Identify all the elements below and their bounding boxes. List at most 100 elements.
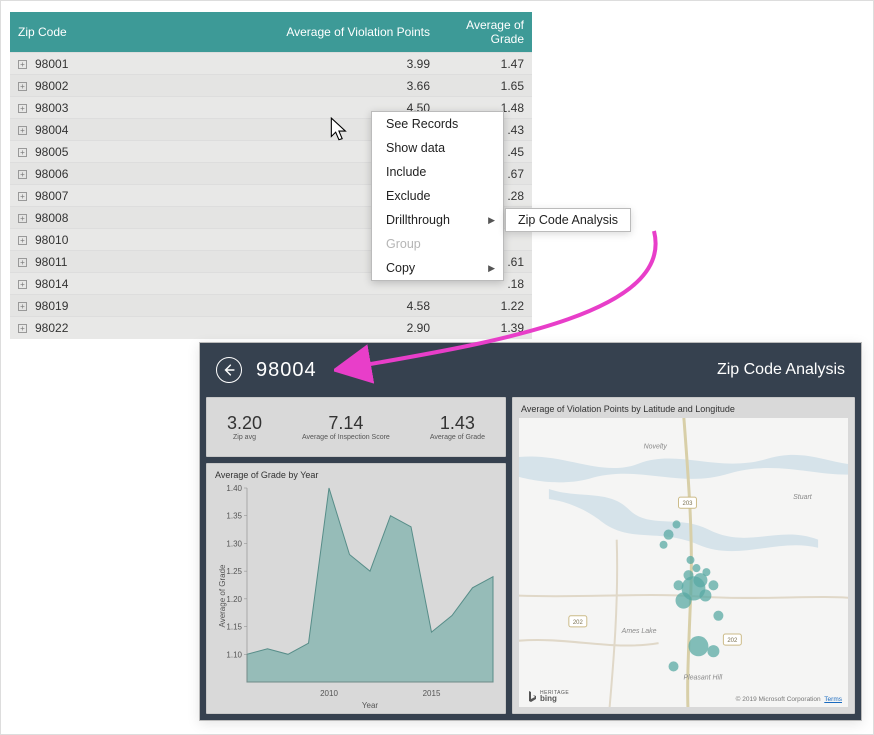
drill-page-title: Zip Code Analysis: [717, 361, 845, 379]
expand-icon[interactable]: +: [18, 104, 27, 113]
zip-cell: 98011: [35, 255, 67, 269]
kpi-value: 1.43: [430, 413, 485, 434]
avp-cell: 3.66: [241, 75, 438, 97]
ctx-drillthrough-label: Drillthrough: [386, 213, 450, 227]
kpi-label: Average of Inspection Score: [302, 434, 390, 441]
table-row[interactable]: +98022 2.901.39: [10, 317, 532, 339]
map-svg: Novelty Stuart Ames Lake Pleasant Hill 2…: [519, 418, 848, 707]
svg-text:202: 202: [727, 638, 738, 644]
svg-text:2015: 2015: [423, 689, 441, 698]
col-header-avp[interactable]: Average of Violation Points: [241, 12, 438, 53]
svg-text:1.40: 1.40: [226, 484, 242, 493]
expand-icon[interactable]: +: [18, 258, 27, 267]
kpi-value: 3.20: [227, 413, 262, 434]
drillthrough-target-zip-analysis[interactable]: Zip Code Analysis: [518, 213, 618, 227]
ctx-drillthrough[interactable]: Drillthrough ▶: [372, 208, 503, 232]
ctx-exclude[interactable]: Exclude: [372, 184, 503, 208]
kpi-inspection-score: 7.14Average of Inspection Score: [302, 413, 390, 441]
ctx-copy[interactable]: Copy ▶: [372, 256, 503, 280]
kpi-label: Average of Grade: [430, 434, 485, 441]
drillthrough-page: 98004 Zip Code Analysis 3.20Zip avg 7.14…: [199, 342, 862, 721]
ctx-see-records[interactable]: See Records: [372, 112, 503, 136]
map-title: Average of Violation Points by Latitude …: [521, 404, 846, 414]
kpi-zip-avg: 3.20Zip avg: [227, 413, 262, 441]
drillthrough-submenu: Zip Code Analysis: [505, 208, 631, 232]
context-menu: See Records Show data Include Exclude Dr…: [371, 111, 504, 281]
svg-text:1.20: 1.20: [226, 595, 242, 604]
map-copyright: © 2019 Microsoft Corporation Terms: [736, 696, 842, 703]
expand-icon[interactable]: +: [18, 126, 27, 135]
table-row[interactable]: +980194.581.22: [10, 295, 532, 317]
ctx-show-data[interactable]: Show data: [372, 136, 503, 160]
table-row[interactable]: +98001 3.991.47: [10, 53, 532, 75]
violation-map[interactable]: Average of Violation Points by Latitude …: [512, 397, 855, 714]
map-label: Stuart: [793, 494, 813, 501]
table-row[interactable]: +98002 3.661.65: [10, 75, 532, 97]
grade-cell: 1.47: [438, 53, 532, 75]
zip-cell: 98014: [35, 277, 68, 291]
terms-link[interactable]: Terms: [824, 696, 842, 703]
map-canvas[interactable]: Novelty Stuart Ames Lake Pleasant Hill 2…: [519, 418, 848, 707]
expand-icon[interactable]: +: [18, 236, 27, 245]
drillthrough-header: 98004 Zip Code Analysis: [200, 343, 861, 397]
ctx-include[interactable]: Include: [372, 160, 503, 184]
grade-cell: 1.65: [438, 75, 532, 97]
zip-cell: 98010: [35, 233, 68, 247]
col-header-grade[interactable]: Average of Grade: [438, 12, 532, 53]
chevron-right-icon: ▶: [488, 263, 495, 274]
svg-text:1.30: 1.30: [226, 539, 242, 548]
zip-cell: 98001: [35, 57, 68, 71]
zip-cell: 98002: [35, 79, 68, 93]
kpi-card[interactable]: 3.20Zip avg 7.14Average of Inspection Sc…: [206, 397, 506, 457]
svg-text:1.15: 1.15: [226, 623, 242, 632]
bing-logo-icon: [527, 691, 537, 703]
expand-icon[interactable]: +: [18, 60, 27, 69]
bing-attribution: HERITAGEbing: [527, 690, 569, 703]
grade-cell: 1.22: [438, 295, 532, 317]
expand-icon[interactable]: +: [18, 148, 27, 157]
map-label: Pleasant Hill: [684, 675, 723, 682]
svg-text:2010: 2010: [320, 689, 338, 698]
map-label: Ames Lake: [621, 628, 657, 635]
svg-text:1.25: 1.25: [226, 567, 242, 576]
expand-icon[interactable]: +: [18, 192, 27, 201]
zip-cell: 98006: [35, 167, 68, 181]
kpi-value: 7.14: [302, 413, 390, 434]
route-badge: 203: [679, 497, 697, 508]
zip-cell: 98005: [35, 145, 68, 159]
route-badge: 202: [723, 634, 741, 645]
zip-cell: 98022: [35, 321, 68, 335]
svg-text:1.35: 1.35: [226, 512, 242, 521]
zip-cell: 98004: [35, 123, 68, 137]
expand-icon[interactable]: +: [18, 82, 27, 91]
ctx-group: Group: [372, 232, 503, 256]
avp-cell: 3.99: [241, 53, 438, 75]
grade-by-year-chart[interactable]: Average of Grade by Year 1.10 1.15 1.20 1.2…: [206, 463, 506, 714]
expand-icon[interactable]: +: [18, 170, 27, 179]
col-header-zip[interactable]: Zip Code: [10, 12, 241, 53]
expand-icon[interactable]: +: [18, 324, 27, 333]
zip-cell: 98003: [35, 101, 68, 115]
grade-cell: 1.39: [438, 317, 532, 339]
zip-cell: 98007: [35, 189, 68, 203]
ctx-copy-label: Copy: [386, 261, 415, 275]
svg-text:202: 202: [573, 620, 584, 626]
zip-cell: 98019: [35, 299, 68, 313]
avp-cell: 2.90: [241, 317, 438, 339]
area-chart-svg: 1.10 1.15 1.20 1.25 1.30 1.35 1.40 2010 2015 Aver…: [215, 482, 499, 710]
map-label: Novelty: [644, 443, 668, 450]
chevron-right-icon: ▶: [488, 215, 495, 226]
expand-icon[interactable]: +: [18, 280, 27, 289]
drill-zip-value: 98004: [256, 359, 317, 382]
svg-text:Year: Year: [362, 701, 379, 710]
expand-icon[interactable]: +: [18, 214, 27, 223]
svg-text:1.10: 1.10: [226, 650, 242, 659]
chart-title: Average of Grade by Year: [215, 470, 497, 480]
back-button[interactable]: [216, 357, 242, 383]
svg-text:203: 203: [683, 501, 694, 507]
expand-icon[interactable]: +: [18, 302, 27, 311]
arrow-left-icon: [222, 363, 236, 377]
svg-text:Average of Grade: Average of Grade: [218, 564, 227, 628]
kpi-avg-grade: 1.43Average of Grade: [430, 413, 485, 441]
kpi-label: Zip avg: [227, 434, 262, 441]
